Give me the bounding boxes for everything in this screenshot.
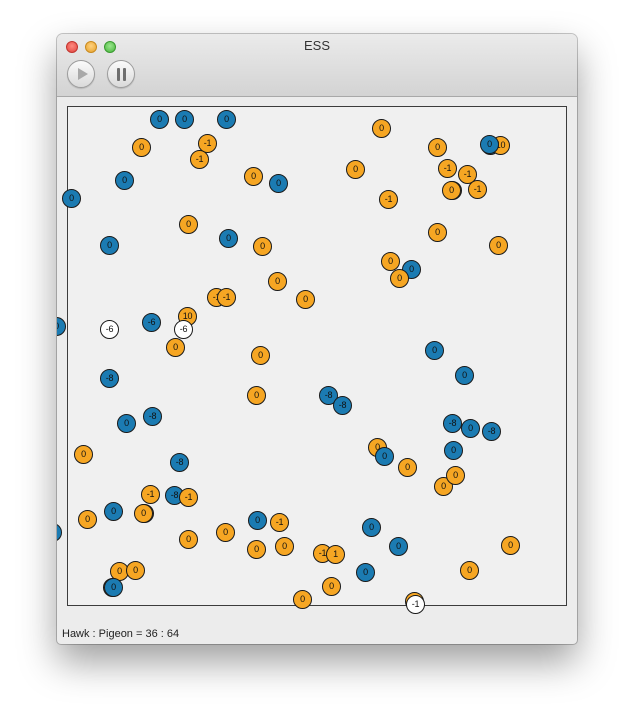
- window-title: ESS: [303, 38, 330, 53]
- hawk-agent: 0: [269, 174, 288, 193]
- status-text: Hawk : Pigeon = 36 : 64: [62, 628, 180, 640]
- neutral-agent: -6: [100, 320, 119, 339]
- hawk-agent: 0: [217, 110, 236, 129]
- hawk-agent: -8: [143, 407, 162, 426]
- pigeon-agent: -1: [141, 485, 160, 504]
- pigeon-agent: 0: [346, 160, 365, 179]
- pigeon-agent: 0: [247, 386, 266, 405]
- pigeon-agent: 0: [293, 590, 312, 609]
- pigeon-agent: 0: [460, 561, 479, 580]
- title-bar: ESS: [57, 34, 577, 97]
- pigeon-agent: 0: [134, 504, 153, 523]
- hawk-agent: 0: [480, 135, 499, 154]
- play-button[interactable]: [67, 60, 95, 88]
- hawk-agent: -8: [333, 396, 352, 415]
- hawk-agent: -8: [100, 369, 119, 388]
- neutral-agent: -6: [174, 320, 193, 339]
- pigeon-agent: -1: [217, 288, 236, 307]
- hawk-agent: 0: [389, 537, 408, 556]
- pigeon-agent: 0: [253, 237, 272, 256]
- simulation-field: 00-1-100-10100-1-1-1-100000-100000000000…: [57, 106, 567, 614]
- pigeon-agent: 0: [446, 466, 465, 485]
- pigeon-agent: 0: [322, 577, 341, 596]
- hawk-agent: 0: [219, 229, 238, 248]
- hawk-agent: 0: [115, 171, 134, 190]
- hawk-agent: 0: [57, 523, 62, 542]
- pigeon-agent: -1: [190, 150, 209, 169]
- hawk-agent: 0: [175, 110, 194, 129]
- neutral-agent: -1: [406, 595, 425, 614]
- hawk-agent: -6: [142, 313, 161, 332]
- pigeon-agent: 0: [166, 338, 185, 357]
- app-window: ESS 00-1-100-10100-1-1-1-100000-10000000…: [57, 34, 577, 644]
- hawk-agent: 0: [455, 366, 474, 385]
- hawk-agent: 0: [362, 518, 381, 537]
- pigeon-agent: 0: [489, 236, 508, 255]
- pigeon-agent: 0: [179, 530, 198, 549]
- pigeon-agent: 0: [428, 138, 447, 157]
- pigeon-agent: 0: [296, 290, 315, 309]
- pigeon-agent: 0: [244, 167, 263, 186]
- hawk-agent: 0: [375, 447, 394, 466]
- pigeon-agent: -1: [270, 513, 289, 532]
- hawk-agent: 0: [62, 189, 81, 208]
- pigeon-agent: 1: [326, 545, 345, 564]
- pigeon-agent: 0: [372, 119, 391, 138]
- hawk-agent: -8: [170, 453, 189, 472]
- hawk-agent: 0: [117, 414, 136, 433]
- hawk-agent: 0: [461, 419, 480, 438]
- pigeon-agent: 0: [398, 458, 417, 477]
- play-icon: [78, 68, 88, 80]
- pigeon-agent: 0: [275, 537, 294, 556]
- pigeon-agent: 0: [78, 510, 97, 529]
- pigeon-agent: 0: [247, 540, 266, 559]
- hawk-agent: 0: [248, 511, 267, 530]
- hawk-agent: -8: [482, 422, 501, 441]
- pigeon-agent: 0: [428, 223, 447, 242]
- hawk-agent: 0: [104, 502, 123, 521]
- pigeon-agent: 0: [179, 215, 198, 234]
- pigeon-agent: 0: [74, 445, 93, 464]
- pigeon-agent: 0: [268, 272, 287, 291]
- pigeon-agent: -1: [179, 488, 198, 507]
- pause-button[interactable]: [107, 60, 135, 88]
- hawk-agent: 0: [150, 110, 169, 129]
- hawk-agent: 0: [104, 578, 123, 597]
- hawk-agent: 0: [425, 341, 444, 360]
- pigeon-agent: 0: [442, 181, 461, 200]
- pause-icon: [116, 68, 128, 81]
- pigeon-agent: -1: [379, 190, 398, 209]
- pigeon-agent: -1: [468, 180, 487, 199]
- hawk-agent: -8: [443, 414, 462, 433]
- pigeon-agent: 0: [132, 138, 151, 157]
- hawk-agent: 0: [57, 317, 66, 336]
- pigeon-agent: 0: [501, 536, 520, 555]
- hawk-agent: 0: [444, 441, 463, 460]
- hawk-agent: 0: [100, 236, 119, 255]
- pigeon-agent: -1: [438, 159, 457, 178]
- hawk-agent: 0: [356, 563, 375, 582]
- pigeon-agent: 0: [126, 561, 145, 580]
- pigeon-agent: 0: [390, 269, 409, 288]
- pigeon-agent: 0: [251, 346, 270, 365]
- pigeon-agent: 0: [216, 523, 235, 542]
